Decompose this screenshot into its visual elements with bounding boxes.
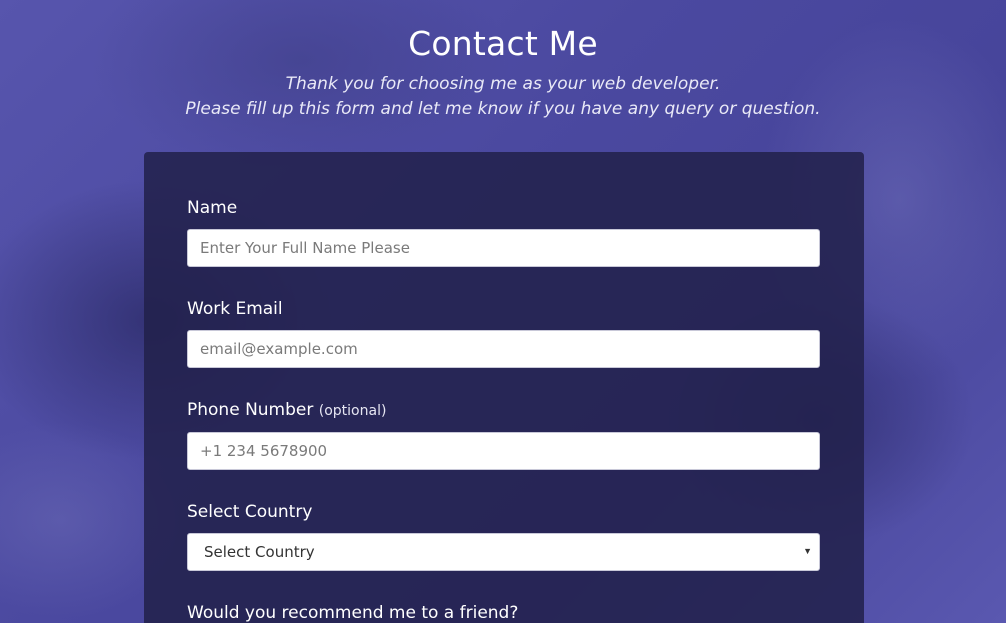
phone-input[interactable] bbox=[187, 432, 820, 470]
phone-field-group: Phone Number (optional) bbox=[187, 398, 821, 470]
email-input[interactable] bbox=[187, 330, 820, 368]
phone-label: Phone Number (optional) bbox=[187, 398, 821, 423]
contact-form: Name Work Email Phone Number (optional) … bbox=[144, 152, 864, 623]
country-field-group: Select Country Select Country ▼ bbox=[187, 500, 821, 571]
recommend-question-label: Would you recommend me to a friend? bbox=[187, 603, 519, 623]
country-select-value[interactable]: Select Country bbox=[187, 533, 820, 571]
chevron-down-icon: ▼ bbox=[803, 546, 812, 556]
page-subtitle-line-1: Thank you for choosing me as your web de… bbox=[285, 74, 721, 94]
email-field-group: Work Email bbox=[187, 297, 821, 368]
phone-label-text: Phone Number bbox=[187, 400, 314, 420]
page-subtitle-line-2: Please fill up this form and let me know… bbox=[185, 99, 821, 119]
name-label: Name bbox=[187, 198, 238, 218]
name-input[interactable] bbox=[187, 229, 820, 267]
name-field-group: Name bbox=[187, 196, 821, 267]
country-select[interactable]: Select Country ▼ bbox=[187, 533, 820, 571]
country-label: Select Country bbox=[187, 502, 313, 522]
page-header: Contact Me Thank you for choosing me as … bbox=[0, 24, 1006, 122]
page-title: Contact Me bbox=[408, 24, 598, 63]
phone-optional-note: (optional) bbox=[318, 403, 387, 419]
email-label: Work Email bbox=[187, 299, 283, 319]
